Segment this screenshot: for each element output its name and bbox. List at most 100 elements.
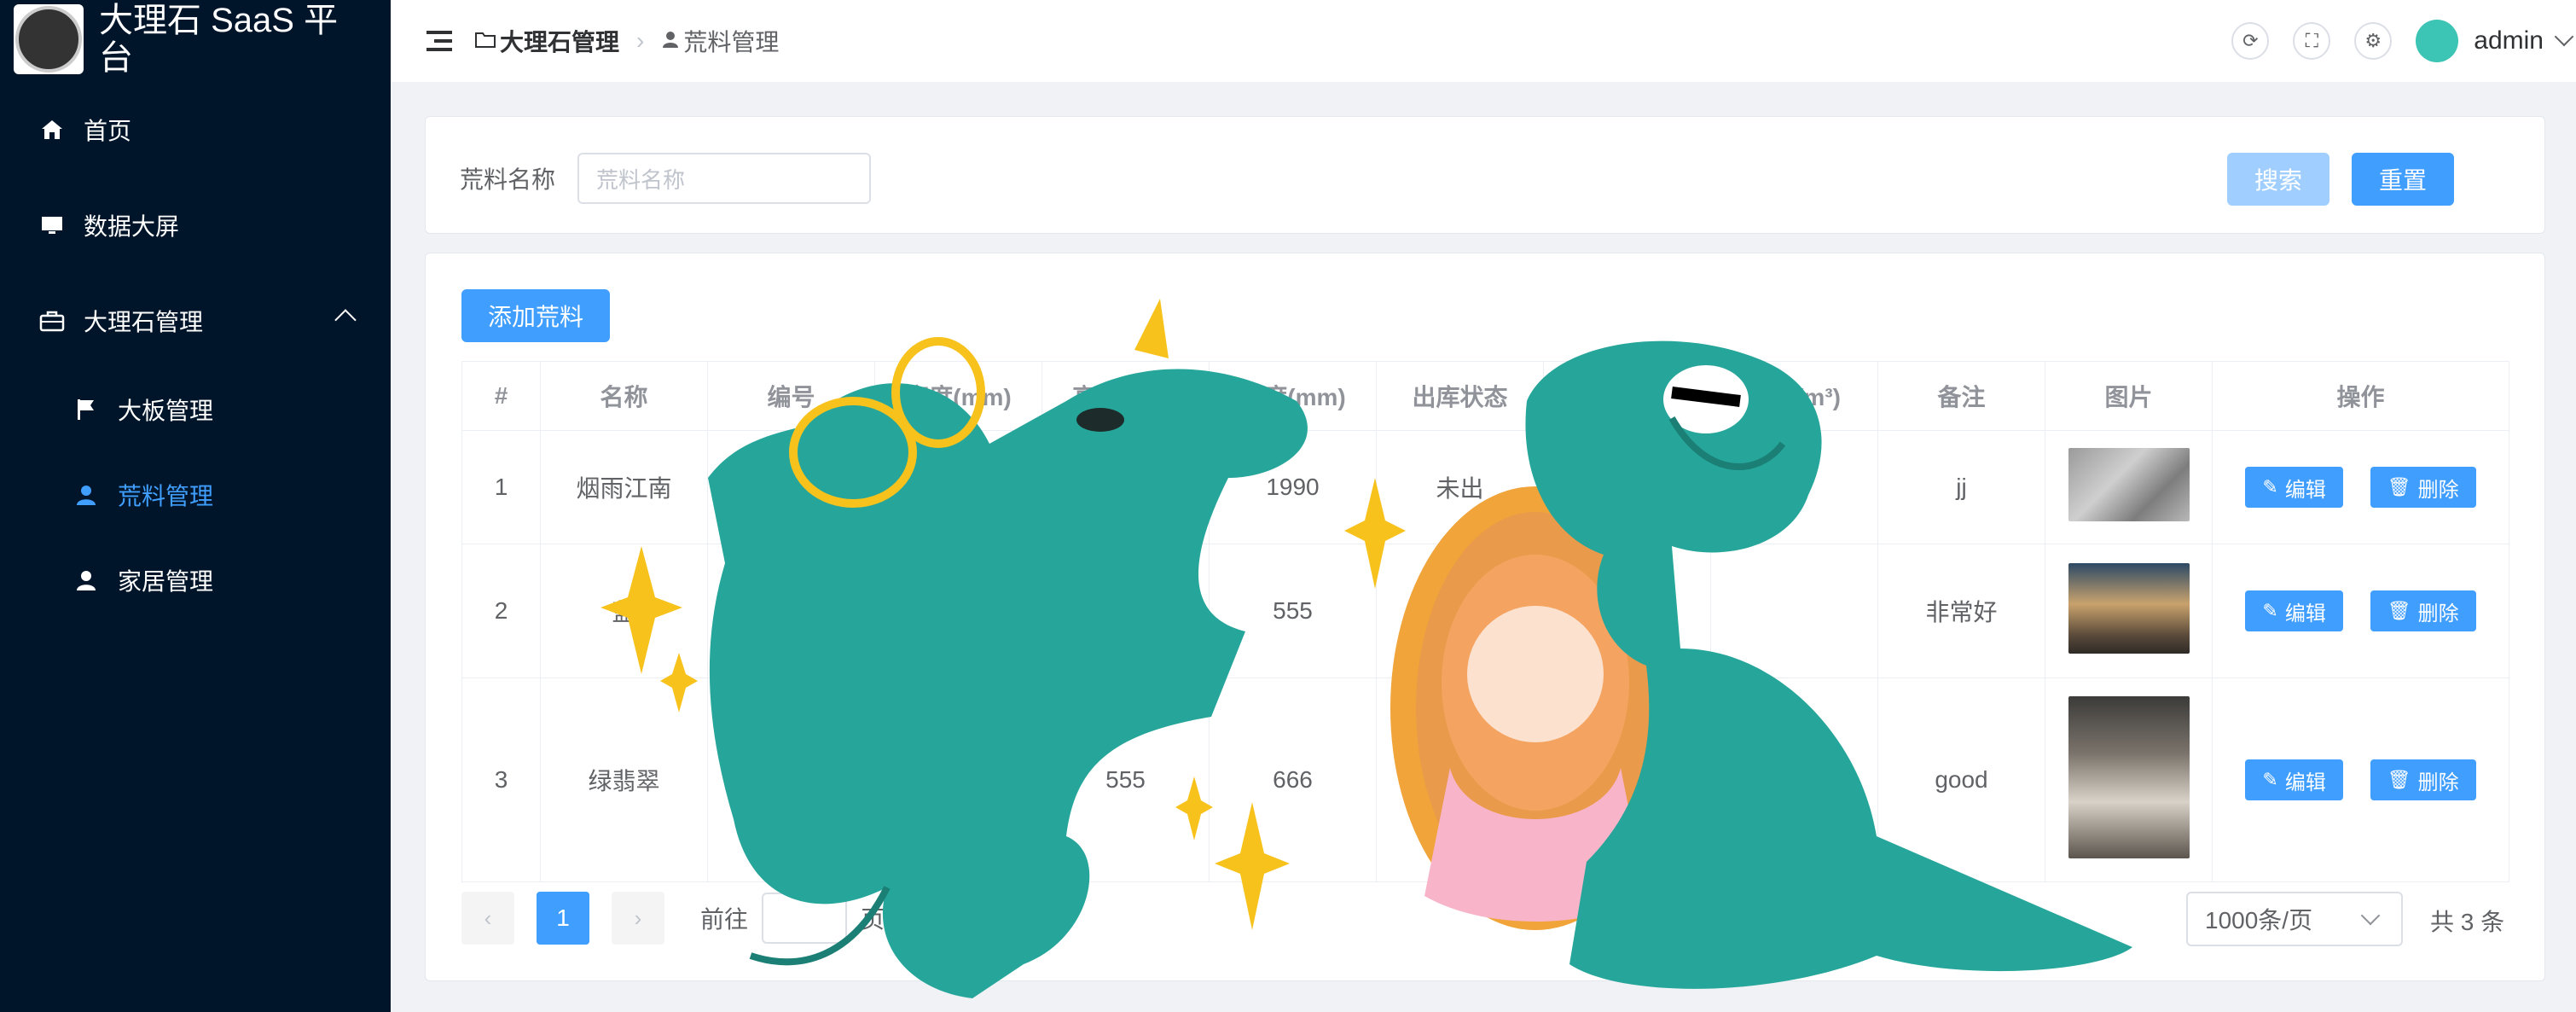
app-logo [14,4,84,74]
search-button[interactable]: 搜索 [2227,153,2329,206]
sidebar-item-home-furnishing[interactable]: 家居管理 [0,538,391,623]
settings-icon[interactable]: ⚙ [2354,22,2393,60]
cell-volume [1710,678,1878,882]
reset-button[interactable]: 重置 [2352,153,2454,206]
edit-label: 编辑 [2284,478,2326,502]
column-header: 宽度(mm) [874,361,1042,431]
add-rough-stone-button[interactable]: 添加荒料 [461,289,610,342]
sidebar-item-rough-stone[interactable]: 荒料管理 [0,452,391,538]
cell-height [1041,544,1210,678]
sidebar-item-slab[interactable]: 大板管理 [0,367,391,452]
cell-volume [1710,544,1878,678]
total-count: 共 3 条 [2430,909,2505,935]
rough-stone-table: # 名称 编号 宽度(mm) 高度(mm) 长度(mm) 出库状态 体积(m³)… [461,361,2509,882]
cell-empty [1543,430,1711,544]
user-icon [72,566,101,595]
cell-actions: ✎ 编辑 🗑 删除 [2212,430,2509,544]
goto-page-input[interactable] [762,893,848,944]
cell-image [2045,678,2213,882]
chevron-up-icon [334,309,357,331]
sidebar-item-label: 首页 [84,118,132,144]
name-search-input[interactable]: 荒料名称 [577,153,871,204]
edit-button[interactable]: ✎ 编辑 [2245,590,2343,631]
cell-image [2045,430,2213,544]
page-size-value: 1000条/页 [2205,907,2313,933]
avatar[interactable] [2416,20,2459,62]
cell-remark: good [1877,678,2045,882]
stone-thumbnail[interactable] [2068,562,2190,654]
cell-actions: ✎ 编辑 🗑 删除 [2212,544,2509,678]
cell-length: 666 [1209,678,1377,882]
column-header: 体积(m³) [1710,361,1878,431]
sidebar-item-dashboard[interactable]: 数据大屏 [0,183,391,268]
sidebar-item-label: 大板管理 [118,398,214,424]
delete-button[interactable]: 🗑 删除 [2370,759,2476,800]
user-icon [661,27,680,55]
cell-width: 60 [874,430,1042,544]
cell-status [1376,544,1544,678]
page-number[interactable]: 1 [537,892,589,945]
trash-icon: 🗑 [2387,600,2411,621]
sidebar-item-label: 家居管理 [118,568,214,595]
goto-label: 前往 [700,906,749,933]
trash-icon: 🗑 [2387,476,2411,497]
cell-code [707,544,875,678]
cell-remark: jj [1877,430,2045,544]
cell-length: 1990 [1209,430,1377,544]
cell-code: N–K... [707,430,875,544]
column-header: 长度(mm) [1209,361,1377,431]
cell-height: 555 [1041,678,1210,882]
edit-label: 编辑 [2284,602,2326,625]
monitor-icon [38,211,67,240]
app-title: 大理石 SaaS 平台 [99,2,339,77]
cell-status: 未出 [1376,430,1544,544]
column-header: 高度(mm) [1041,361,1210,431]
menu-fold-icon[interactable] [426,31,452,51]
username[interactable]: admin [2474,26,2544,55]
delete-button[interactable]: 🗑 删除 [2370,590,2476,631]
cell-actions: ✎ 编辑 🗑 删除 [2212,678,2509,882]
cell-width [874,678,1042,882]
delete-button[interactable]: 🗑 删除 [2370,467,2476,508]
delete-label: 删除 [2417,602,2459,625]
sidebar-item-label: 大理石管理 [84,309,204,335]
breadcrumb: 大理石管理 › 荒料管理 [474,24,779,58]
cell-remark: 非常好 [1877,544,2045,678]
column-header [1543,361,1711,431]
fullscreen-icon[interactable]: ⛶ [2293,22,2331,60]
edit-button[interactable]: ✎ 编辑 [2245,467,2343,508]
search-label: 荒料名称 [460,166,556,193]
cell-name: 绿翡翠 [540,678,708,882]
sidebar: 大理石 SaaS 平台 首页 数据大屏 大理石管理 大板管理 荒料管理 家居管理 [0,0,391,1012]
search-form: 荒料名称 荒料名称 搜索 重置 [425,116,2545,234]
cell-name: 蓝 [540,544,708,678]
refresh-icon[interactable]: ⟳ [2231,22,2270,60]
column-header: 出库状态 [1376,361,1544,431]
stone-thumbnail[interactable] [2068,447,2190,521]
sidebar-item-home[interactable]: 首页 [0,87,391,172]
top-header: 大理石管理 › 荒料管理 ⟳ ⛶ ⚙ admin [391,0,2576,82]
sidebar-item-marble[interactable]: 大理石管理 [0,278,391,364]
edit-button[interactable]: ✎ 编辑 [2245,759,2343,800]
logo-area: 大理石 SaaS 平台 [0,0,391,79]
cell-index: 3 [461,678,541,882]
header-actions: ⟳ ⛶ ⚙ admin [2231,17,2576,65]
chevron-down-icon[interactable] [2554,26,2574,47]
column-header: 名称 [540,361,708,431]
cell-height [1041,430,1210,544]
next-page-button[interactable]: › [612,892,664,945]
cell-volume [1710,430,1878,544]
stone-thumbnail[interactable] [2068,695,2190,858]
column-header: 备注 [1877,361,2045,431]
breadcrumb-item[interactable]: 大理石管理 [500,24,619,58]
edit-icon: ✎ [2262,476,2278,497]
cell-width [874,544,1042,678]
breadcrumb-item: 荒料管理 [683,29,780,55]
edit-icon: ✎ [2262,769,2278,790]
home-icon [38,115,67,144]
column-header: 图片 [2045,361,2213,431]
user-icon [72,480,101,509]
page-size-select[interactable]: 1000条/页 [2186,892,2403,946]
prev-page-button[interactable]: ‹ [461,892,514,945]
table-row: 2 蓝 555 非常好 ✎ 编辑 🗑 删除 [461,544,2509,678]
